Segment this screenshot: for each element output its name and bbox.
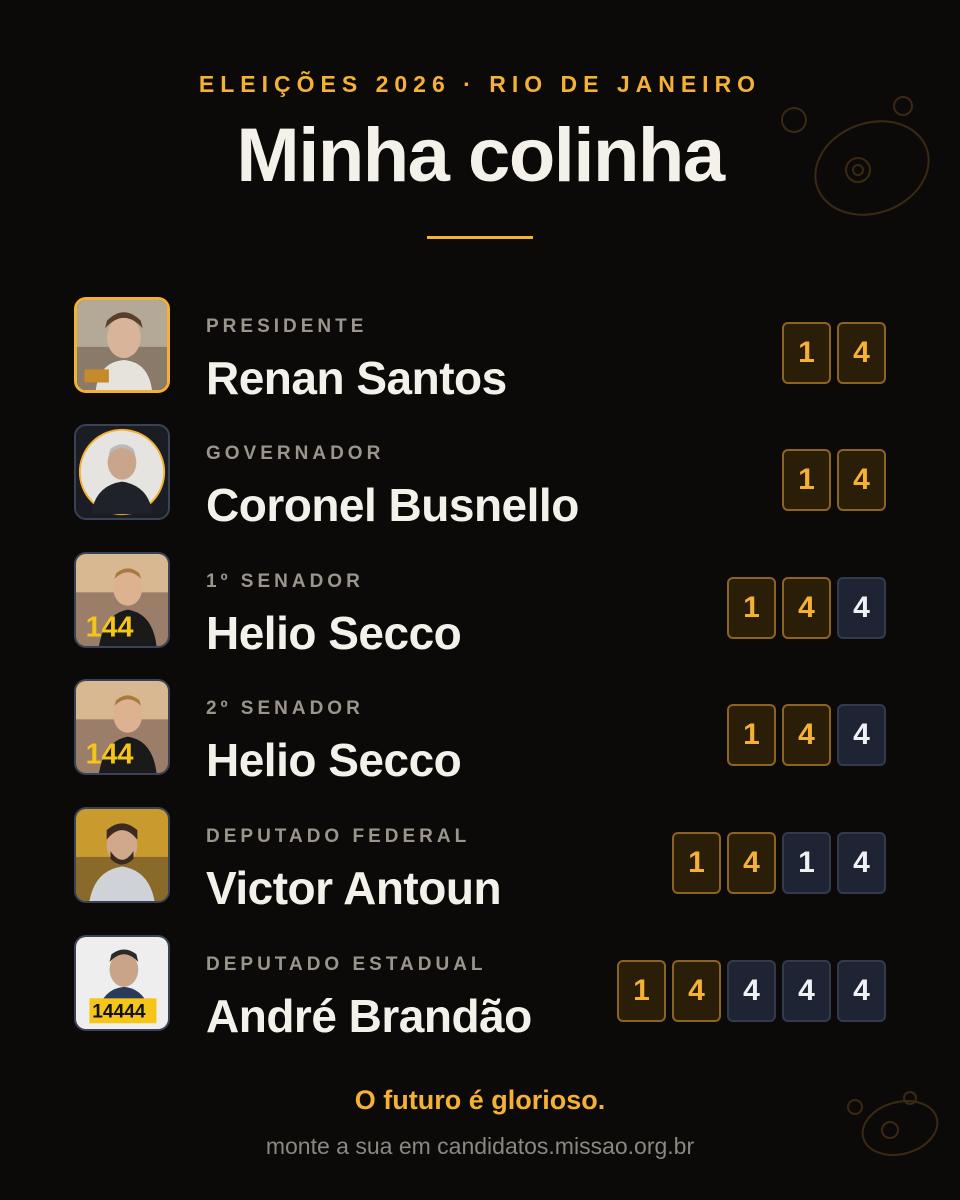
- candidate-name: Victor Antoun: [206, 862, 502, 914]
- ballot-digit: 4: [672, 960, 721, 1022]
- ballot-number: 1 4 4: [727, 704, 886, 766]
- ballot-digit: 4: [727, 960, 776, 1022]
- candidate-photo: 144: [74, 679, 170, 775]
- candidate-row-presidente: PRESIDENTE Renan Santos 1 4: [0, 297, 960, 404]
- ballot-digit: 1: [782, 449, 831, 511]
- ballot-number: 1 4: [782, 322, 886, 384]
- ballot-digit: 4: [837, 832, 886, 894]
- ballot-number: 1 4 4 4 4: [617, 960, 886, 1022]
- candidate-row-senador-2: 144 2º SENADOR Helio Secco 1 4 4: [0, 679, 960, 786]
- ballot-digit: 4: [782, 960, 831, 1022]
- person-icon: [77, 300, 167, 390]
- ballot-digit: 4: [837, 322, 886, 384]
- ballot-digit: 1: [727, 577, 776, 639]
- ballot-digit: 1: [617, 960, 666, 1022]
- slogan: O futuro é glorioso.: [354, 1085, 606, 1115]
- ballot-digit: 1: [782, 322, 831, 384]
- candidate-row-governador: GOVERNADOR Coronel Busnello 1 4: [0, 424, 960, 531]
- candidate-number-overlay: 14444: [92, 1002, 146, 1023]
- ballot-digit: 1: [727, 704, 776, 766]
- office-label: DEPUTADO ESTADUAL: [206, 954, 487, 975]
- candidate-photo: 144: [74, 552, 170, 648]
- office-label: 2º SENADOR: [206, 698, 364, 719]
- candidate-name: Coronel Busnello: [206, 479, 579, 531]
- ballot-digit: 1: [782, 832, 831, 894]
- ballot-digit: 4: [837, 449, 886, 511]
- person-icon: 144: [76, 681, 168, 773]
- candidate-photo: [74, 424, 170, 520]
- ballot-digit: 4: [727, 832, 776, 894]
- candidate-row-deputado-estadual: 14444 DEPUTADO ESTADUAL André Brandão 1 …: [0, 935, 960, 1042]
- election-kicker: ELEIÇÕES 2026 · RIO DE JANEIRO: [198, 71, 762, 97]
- person-icon: [76, 426, 168, 518]
- ballot-number: 1 4 4: [727, 577, 886, 639]
- candidate-name: Renan Santos: [206, 352, 507, 404]
- candidate-name: Helio Secco: [206, 607, 462, 659]
- ballot-digit: 1: [672, 832, 721, 894]
- candidate-row-senador-1: 144 1º SENADOR Helio Secco 1 4 4: [0, 552, 960, 659]
- ballot-digit: 4: [782, 577, 831, 639]
- candidate-photo: [74, 807, 170, 903]
- footer-cta: monte a sua em candidatos.missao.org.br: [265, 1133, 695, 1159]
- candidate-name: André Brandão: [206, 990, 532, 1042]
- office-label: 1º SENADOR: [206, 571, 364, 592]
- person-icon: 14444: [76, 937, 168, 1029]
- candidate-row-deputado-federal: DEPUTADO FEDERAL Victor Antoun 1 4 1 4: [0, 807, 960, 914]
- person-icon: 144: [76, 554, 168, 646]
- ballot-digit: 4: [782, 704, 831, 766]
- ballot-number: 1 4 1 4: [672, 832, 886, 894]
- office-label: DEPUTADO FEDERAL: [206, 826, 471, 847]
- page-title: Minha colinha: [236, 113, 725, 198]
- office-label: PRESIDENTE: [206, 316, 368, 337]
- candidate-name: Helio Secco: [206, 734, 462, 786]
- title-underline: [427, 236, 533, 239]
- candidate-photo: [74, 297, 170, 393]
- candidate-number-overlay: 144: [86, 738, 134, 770]
- candidate-number-overlay: 144: [86, 611, 134, 643]
- person-icon: [76, 809, 168, 901]
- candidate-photo: 14444: [74, 935, 170, 1031]
- ballot-number: 1 4: [782, 449, 886, 511]
- office-label: GOVERNADOR: [206, 443, 385, 464]
- ballot-digit: 4: [837, 960, 886, 1022]
- ballot-digit: 4: [837, 577, 886, 639]
- ballot-digit: 4: [837, 704, 886, 766]
